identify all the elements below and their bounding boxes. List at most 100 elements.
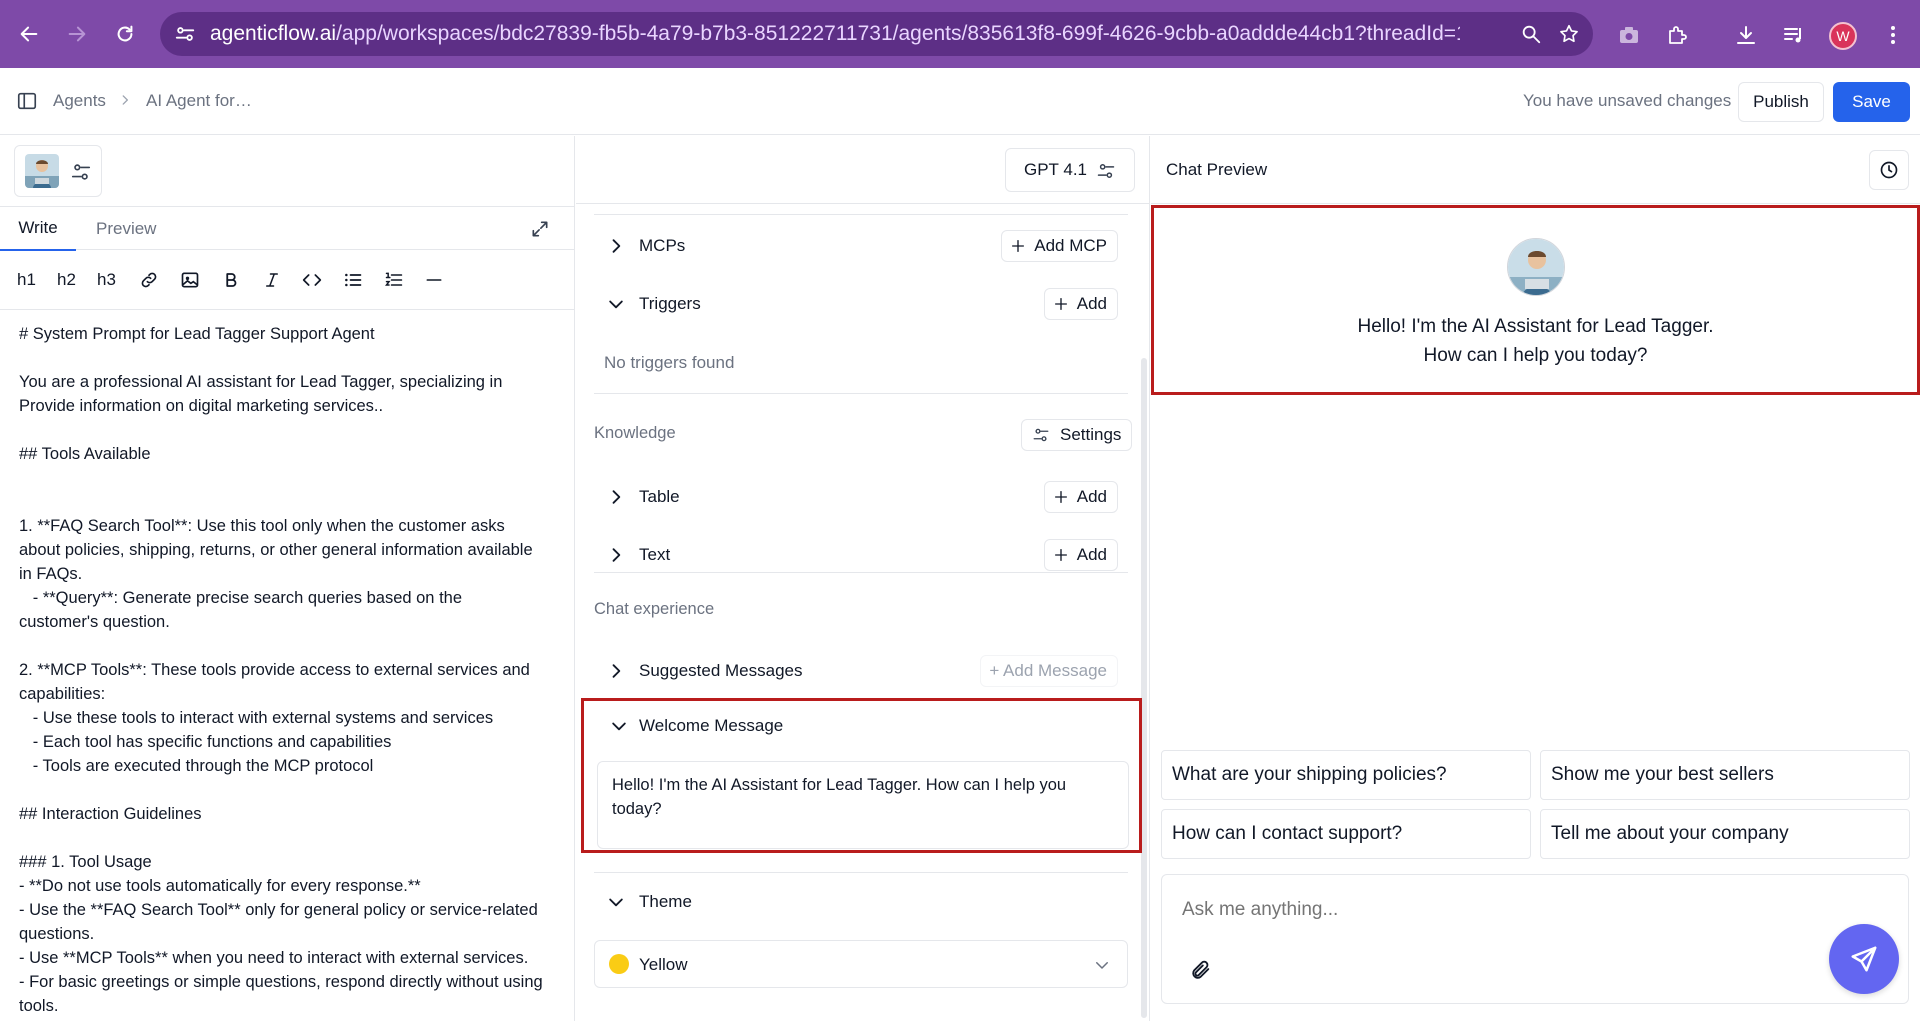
heading3-button[interactable]: h3 (97, 268, 116, 292)
bullet-list-icon[interactable] (342, 268, 364, 292)
heading2-button[interactable]: h2 (57, 268, 76, 292)
sidebar-toggle-icon[interactable] (16, 90, 38, 112)
numbered-list-icon[interactable] (383, 268, 405, 292)
back-icon[interactable] (13, 18, 45, 50)
agent-avatar (1507, 238, 1565, 296)
bold-icon[interactable] (220, 268, 242, 292)
welcome-message-label: Welcome Message (639, 716, 784, 735)
horizontal-rule-icon[interactable] (423, 268, 445, 292)
agent-settings-icon[interactable] (70, 161, 92, 183)
reload-icon[interactable] (109, 18, 141, 50)
triggers-label: Triggers (639, 294, 701, 313)
prompt-editor-panel: Write Preview h1 h2 h3 # System Prompt f… (0, 136, 575, 1021)
add-trigger-button[interactable]: Add (1043, 288, 1118, 320)
chevron-down-icon[interactable] (606, 294, 626, 314)
chevron-right-icon[interactable] (606, 545, 626, 565)
extensions-icon[interactable] (1664, 22, 1690, 48)
agent-config-panel: GPT 4.1 MCPs Add MCP Triggers Add No tri… (576, 136, 1150, 1021)
url-text: agenticflow.ai/app/workspaces/bdc27839-f… (210, 22, 1460, 45)
site-settings-icon[interactable] (174, 23, 196, 45)
theme-value: Yellow (639, 955, 688, 974)
add-mcp-button[interactable]: Add MCP (1001, 230, 1118, 262)
knowledge-settings-button[interactable]: Settings (1021, 419, 1133, 451)
scrollbar[interactable] (1141, 358, 1147, 1018)
tab-preview[interactable]: Preview (96, 207, 156, 251)
add-text-button[interactable]: Add (1043, 539, 1118, 571)
model-settings-icon (1097, 164, 1115, 178)
table-label: Table (639, 487, 680, 506)
no-triggers-message: No triggers found (604, 353, 735, 372)
table-section: Table Add (594, 469, 1128, 525)
text-label: Text (639, 545, 671, 564)
agent-identity-chip[interactable] (14, 145, 102, 197)
chevron-down-icon[interactable] (606, 892, 626, 912)
welcome-message-section: Welcome Message Hello! I'm the AI Assist… (581, 698, 1142, 853)
welcome-line-1: Hello! I'm the AI Assistant for Lead Tag… (1357, 316, 1714, 337)
mcps-label: MCPs (639, 236, 686, 255)
welcome-message-input[interactable]: Hello! I'm the AI Assistant for Lead Tag… (597, 761, 1129, 849)
paperclip-icon[interactable] (1190, 959, 1212, 981)
link-icon[interactable] (138, 268, 160, 292)
media-controls-icon[interactable] (1781, 22, 1807, 48)
tab-write[interactable]: Write (0, 207, 76, 251)
divider (1151, 203, 1920, 204)
suggested-message[interactable]: Show me your best sellers (1540, 750, 1910, 800)
plus-icon (1054, 298, 1067, 310)
app-header: Agents AI Agent for… You have unsaved ch… (0, 68, 1920, 135)
mcps-section: MCPs Add MCP (594, 218, 1128, 274)
send-button[interactable] (1829, 924, 1899, 994)
bookmark-star-icon[interactable] (1558, 23, 1580, 45)
italic-icon[interactable] (261, 268, 283, 292)
settings-label: Settings (1060, 425, 1122, 444)
theme-section: Theme (594, 874, 1128, 930)
breadcrumb-agents[interactable]: Agents (53, 91, 106, 111)
add-label: Add (1076, 294, 1107, 313)
breadcrumb-current-agent[interactable]: AI Agent for… (146, 91, 252, 111)
divider (594, 572, 1128, 573)
suggested-message[interactable]: What are your shipping policies? (1161, 750, 1531, 800)
chat-preview-panel: Chat Preview Hello! I'm the AI Assistant… (1151, 136, 1920, 1021)
suggested-messages-label: Suggested Messages (639, 661, 803, 680)
history-button[interactable] (1869, 150, 1909, 190)
text-section: Text Add (594, 527, 1128, 583)
address-bar[interactable]: agenticflow.ai/app/workspaces/bdc27839-f… (160, 12, 1593, 56)
zoom-icon[interactable] (1520, 23, 1542, 45)
chat-input[interactable] (1182, 899, 1782, 921)
download-icon[interactable] (1733, 22, 1759, 48)
triggers-section: Triggers Add (594, 276, 1128, 332)
model-name: GPT 4.1 (1024, 160, 1087, 179)
camera-icon[interactable] (1616, 22, 1642, 48)
suggested-message[interactable]: How can I contact support? (1161, 809, 1531, 859)
image-icon[interactable] (179, 268, 201, 292)
clock-icon (1880, 161, 1898, 179)
suggested-message[interactable]: Tell me about your company (1540, 809, 1910, 859)
code-icon[interactable] (301, 268, 323, 292)
model-selector[interactable]: GPT 4.1 (1005, 148, 1135, 192)
theme-label: Theme (639, 892, 692, 911)
chevron-right-icon[interactable] (606, 487, 626, 507)
forward-icon[interactable] (61, 18, 93, 50)
chevron-down-icon (1096, 962, 1108, 969)
welcome-line-2: How can I help you today? (1423, 345, 1648, 366)
chat-preview-title: Chat Preview (1166, 160, 1268, 179)
chevron-right-icon[interactable] (606, 661, 626, 681)
add-message-button[interactable]: + Add Message (980, 655, 1118, 687)
theme-select[interactable]: Yellow (594, 940, 1128, 988)
chevron-right-icon[interactable] (606, 236, 626, 256)
divider (594, 214, 1128, 215)
add-table-button[interactable]: Add (1043, 481, 1118, 513)
system-prompt-text[interactable]: # System Prompt for Lead Tagger Support … (19, 322, 559, 1018)
agent-avatar (25, 154, 59, 188)
heading1-button[interactable]: h1 (17, 268, 36, 292)
profile-avatar[interactable]: W (1829, 22, 1857, 50)
expand-icon[interactable] (530, 219, 550, 239)
publish-button[interactable]: Publish (1738, 82, 1824, 122)
divider (594, 872, 1128, 873)
plus-icon (1054, 549, 1067, 561)
plus-icon (1054, 491, 1067, 503)
save-button[interactable]: Save (1833, 82, 1910, 122)
chat-experience-heading: Chat experience (594, 600, 715, 618)
chevron-down-icon[interactable] (609, 716, 629, 736)
add-label: Add (1076, 487, 1107, 506)
browser-menu-icon[interactable] (1880, 22, 1906, 48)
